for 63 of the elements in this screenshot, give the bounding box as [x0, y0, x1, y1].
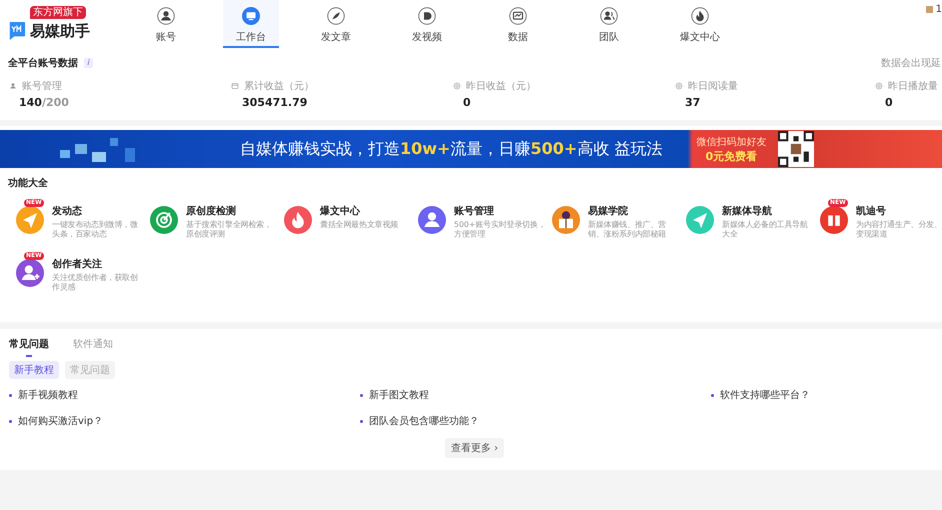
user-name: 1 — [936, 4, 942, 15]
stat-value: 0 — [463, 96, 472, 109]
help-link[interactable]: 如何购买激活vip？ — [18, 414, 104, 428]
cta-text: 0元免费看 — [706, 148, 758, 164]
help-link[interactable]: 软件支持哪些平台？ — [720, 388, 810, 402]
stat-label: 账号管理 — [22, 80, 62, 93]
nav-tab[interactable]: 发视频 — [396, 0, 458, 48]
help-link[interactable]: 团队会员包含哪些功能？ — [369, 414, 479, 428]
team-icon — [600, 6, 618, 24]
feature-name[interactable]: 账号管理 — [454, 204, 546, 218]
feature-name[interactable]: 爆文中心 — [320, 204, 412, 218]
target-icon — [874, 81, 884, 91]
banner-headline: 自媒体赚钱实战，打造10w+流量，日赚500+高收 益玩法 — [240, 138, 662, 160]
nav-tab[interactable]: 团队 — [578, 0, 640, 48]
brand-badge: 东方网旗下 — [30, 6, 86, 19]
stat-label: 昨日播放量 — [888, 80, 938, 93]
bullet-icon — [9, 420, 12, 422]
info-icon[interactable]: i — [84, 58, 93, 68]
qr-code-icon — [778, 131, 814, 167]
stat-value: 37 — [685, 96, 702, 109]
brand-name: 易媒助手 — [30, 22, 90, 40]
section-title: 全平台账号数据 — [8, 56, 78, 70]
bullet-icon — [360, 420, 363, 422]
target-icon — [452, 81, 462, 91]
person-icon — [8, 81, 18, 91]
tab[interactable]: 常见问题 — [9, 337, 49, 359]
flame-icon — [691, 6, 709, 24]
stat-value: 0 — [885, 96, 894, 109]
stat-label: 昨日收益（元） — [466, 80, 536, 93]
monitor-icon — [242, 6, 260, 24]
bullet-icon — [360, 394, 363, 396]
nav-tab[interactable]: 账号 — [135, 0, 197, 48]
logo-icon — [8, 21, 26, 41]
stat-label: 累计收益（元） — [244, 80, 314, 93]
target-icon — [674, 81, 684, 91]
feature-name[interactable]: 凯迪号 — [856, 204, 942, 218]
promo-banner[interactable]: 自媒体赚钱实战，打造10w+流量，日赚500+高收 益玩法 微信扫码加好友 0元免费看 — [0, 130, 942, 168]
filter-chip[interactable]: 新手教程 — [9, 361, 59, 379]
bullet-icon — [711, 394, 714, 396]
nav-tab[interactable]: 爆文中心 — [669, 0, 731, 48]
nav-tab[interactable]: 发文章 — [305, 0, 367, 48]
help-link[interactable]: 新手图文教程 — [369, 388, 429, 402]
play-icon — [418, 6, 436, 24]
section-title: 功能大全 — [8, 176, 49, 190]
nav-tab[interactable]: 工作台 — [223, 0, 279, 48]
feature-name[interactable]: 新媒体导航 — [722, 204, 814, 218]
nav-tab[interactable]: 数据 — [487, 0, 549, 48]
more-button[interactable]: 查看更多 › — [444, 438, 504, 458]
stat-value: 305471.79 — [242, 96, 308, 109]
feature-name[interactable]: 易媒学院 — [588, 204, 680, 218]
feature-name[interactable]: 创作者关注 — [52, 257, 144, 271]
chart-icon — [509, 6, 527, 24]
notice-text: 数据会出现延 — [881, 56, 941, 70]
feature-name[interactable]: 发动态 — [52, 204, 144, 218]
feature-name[interactable]: 原创度检测 — [186, 204, 278, 218]
bullet-icon — [9, 394, 12, 396]
stat-value: 140/200 — [19, 96, 70, 109]
stat-label: 昨日阅读量 — [688, 80, 738, 93]
cta-caption: 微信扫码加好友 — [696, 136, 766, 148]
help-link[interactable]: 新手视频教程 — [18, 388, 78, 402]
pen-icon — [327, 6, 345, 24]
wallet-icon — [230, 81, 240, 91]
person-icon — [157, 6, 175, 24]
